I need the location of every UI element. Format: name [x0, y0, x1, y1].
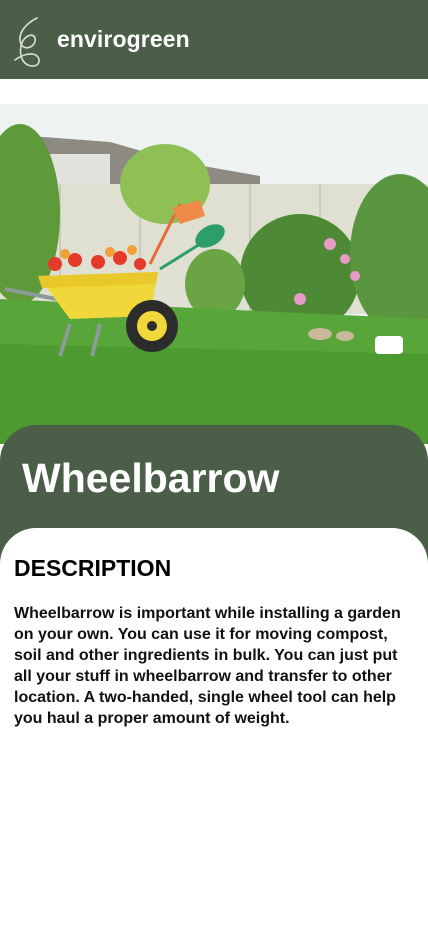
- description-text: Wheelbarrow is important while installin…: [14, 605, 401, 727]
- page-title: Wheelbarrow: [22, 455, 280, 501]
- app-header: envirogreen: [0, 0, 428, 79]
- hero-image: [0, 104, 428, 444]
- description-heading: DESCRIPTION: [14, 555, 172, 581]
- leaf-logo-icon[interactable]: [11, 16, 43, 68]
- brand-name[interactable]: envirogreen: [57, 26, 190, 53]
- garden-wheelbarrow-image: [0, 104, 428, 444]
